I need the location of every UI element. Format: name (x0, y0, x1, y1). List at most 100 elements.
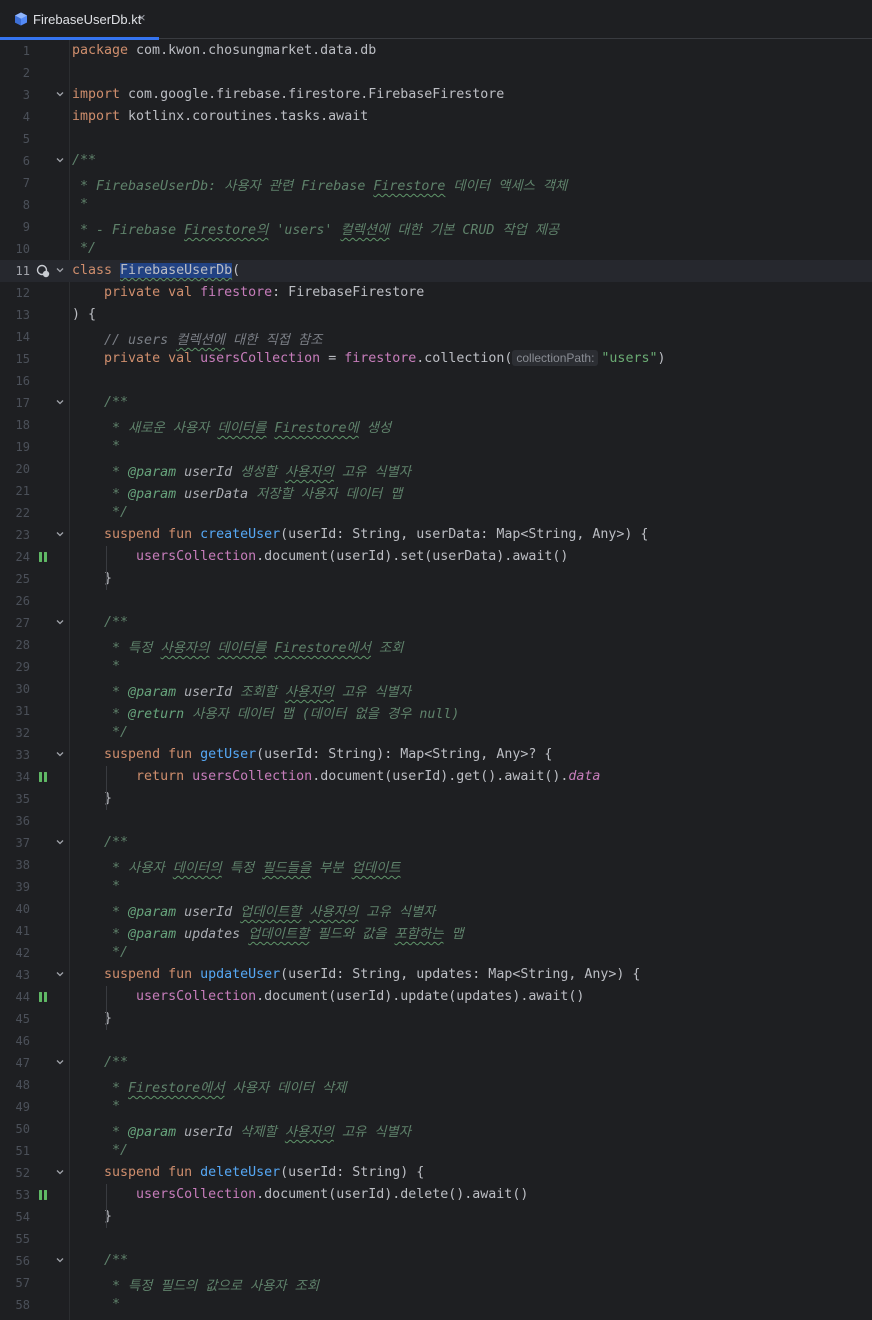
line-number: 47 (15, 1056, 30, 1070)
fold-chevron-icon[interactable] (55, 749, 65, 759)
code-token: 생성할 (232, 465, 285, 480)
code-line[interactable]: 50 * @param userId 삭제할 사용자의 고유 식별자 (0, 1118, 872, 1140)
editor-tab-bar: FirebaseUserDb.kt × (0, 0, 872, 40)
code-line[interactable]: 29 * (0, 656, 872, 678)
code-line[interactable]: 26 (0, 590, 872, 612)
code-line[interactable]: 4 import kotlinx.coroutines.tasks.await (0, 106, 872, 128)
code-line[interactable]: 48 * Firestore에서 사용자 데이터 삭제 (0, 1074, 872, 1096)
fold-chevron-icon[interactable] (55, 155, 65, 165)
code-line[interactable]: 16 (0, 370, 872, 392)
code-line[interactable]: 8 * (0, 194, 872, 216)
fold-chevron-icon[interactable] (55, 1167, 65, 1177)
code-token: * 특정 필드의 값으로 사용자 조회 (104, 1279, 320, 1294)
code-line[interactable]: 11 class FirebaseUserDb( (0, 260, 872, 282)
code-line[interactable]: 9 * - Firebase Firestore의 'users' 컬렉션에 대… (0, 216, 872, 238)
code-line[interactable]: 6 /** (0, 150, 872, 172)
fold-chevron-icon[interactable] (55, 397, 65, 407)
code-token: createUser (200, 527, 281, 542)
code-line[interactable]: 57 * 특정 필드의 값으로 사용자 조회 (0, 1272, 872, 1294)
code-line[interactable]: 45 } (0, 1008, 872, 1030)
code-token: kotlinx.coroutines.tasks.await (128, 109, 369, 124)
code-line[interactable]: 23 suspend fun createUser(userId: String… (0, 524, 872, 546)
code-line[interactable]: 51 */ (0, 1140, 872, 1162)
code-line[interactable]: 3 import com.google.firebase.firestore.Fi… (0, 84, 872, 106)
code-line[interactable]: 52 suspend fun deleteUser(userId: String… (0, 1162, 872, 1184)
code-token: .document(userId).set(userData).await() (256, 549, 569, 564)
class-usage-icon[interactable] (36, 264, 50, 278)
code-line[interactable]: 27 /** (0, 612, 872, 634)
code-line[interactable]: 19 * (0, 436, 872, 458)
code-token: 컬렉션에 (176, 333, 226, 348)
code-line[interactable]: 49 * (0, 1096, 872, 1118)
code-text: suspend fun getUser(userId: String): Map… (72, 747, 552, 762)
tab-close-icon[interactable]: × (138, 10, 146, 25)
code-line[interactable]: 42 */ (0, 942, 872, 964)
code-line[interactable]: 24 usersCollection.document(userId).set(… (0, 546, 872, 568)
code-line[interactable]: 1 package com.kwon.chosungmarket.data.db (0, 40, 872, 62)
code-editor[interactable]: 1 package com.kwon.chosungmarket.data.db 2… (0, 40, 872, 1320)
code-line[interactable]: 20 * @param userId 생성할 사용자의 고유 식별자 (0, 458, 872, 480)
suspend-call-icon[interactable] (36, 1188, 50, 1202)
code-line[interactable]: 15 private val usersCollection = firesto… (0, 348, 872, 370)
code-line[interactable]: 36 (0, 810, 872, 832)
code-line[interactable]: 39 * (0, 876, 872, 898)
code-line[interactable]: 55 (0, 1228, 872, 1250)
code-token: * 새로운 사용자 (104, 421, 218, 436)
code-line[interactable]: 21 * @param userData 저장할 사용자 데이터 맵 (0, 480, 872, 502)
code-line[interactable]: 43 suspend fun updateUser(userId: String… (0, 964, 872, 986)
code-line[interactable]: 37 /** (0, 832, 872, 854)
fold-chevron-icon[interactable] (55, 617, 65, 627)
code-line[interactable]: 34 return usersCollection.document(userI… (0, 766, 872, 788)
code-token: @param (128, 465, 177, 480)
code-token: (userId: String) { (280, 1165, 425, 1180)
code-line[interactable]: 41 * @param updates 업데이트할 필드와 값을 포함하는 맵 (0, 920, 872, 942)
code-line[interactable]: 38 * 사용자 데이터의 특정 필드들을 부분 업데이트 (0, 854, 872, 876)
code-line[interactable]: 53 usersCollection.document(userId).dele… (0, 1184, 872, 1206)
suspend-call-icon[interactable] (36, 550, 50, 564)
fold-chevron-icon[interactable] (55, 837, 65, 847)
fold-chevron-icon[interactable] (55, 265, 65, 275)
code-line[interactable]: 28 * 특정 사용자의 데이터를 Firestore에서 조회 (0, 634, 872, 656)
line-number: 14 (15, 330, 30, 344)
fold-chevron-icon[interactable] (55, 1057, 65, 1067)
code-line[interactable]: 58 * (0, 1294, 872, 1316)
code-line[interactable]: 10 */ (0, 238, 872, 260)
code-line[interactable]: 2 (0, 62, 872, 84)
code-line[interactable]: 35 } (0, 788, 872, 810)
code-line[interactable]: 17 /** (0, 392, 872, 414)
code-token: usersCollection (136, 1187, 257, 1202)
code-line[interactable]: 44 usersCollection.document(userId).upda… (0, 986, 872, 1008)
code-line[interactable]: 14 // users 컬렉션에 대한 직접 참조 (0, 326, 872, 348)
code-line[interactable]: 5 (0, 128, 872, 150)
code-line[interactable]: 46 (0, 1030, 872, 1052)
fold-chevron-icon[interactable] (55, 969, 65, 979)
code-token: usersCollection (200, 351, 321, 366)
fold-chevron-icon[interactable] (55, 1255, 65, 1265)
code-token: (userId: String, userData: Map<String, A… (280, 527, 649, 542)
code-line[interactable]: 7 * FirebaseUserDb: 사용자 관련 Firebase Fire… (0, 172, 872, 194)
code-line[interactable]: 47 /** (0, 1052, 872, 1074)
code-line[interactable]: 56 /** (0, 1250, 872, 1272)
code-line[interactable]: 40 * @param userId 업데이트할 사용자의 고유 식별자 (0, 898, 872, 920)
code-text: * 새로운 사용자 데이터를 Firestore에 생성 (72, 417, 391, 436)
fold-chevron-icon[interactable] (55, 529, 65, 539)
code-token: Firestore의 (184, 223, 269, 238)
code-line[interactable]: 22 */ (0, 502, 872, 524)
code-line[interactable]: 31 * @return 사용자 데이터 맵 (데이터 없을 경우 null) (0, 700, 872, 722)
suspend-call-icon[interactable] (36, 990, 50, 1004)
fold-chevron-icon[interactable] (55, 89, 65, 99)
suspend-call-icon[interactable] (36, 770, 50, 784)
code-line[interactable]: 13) { (0, 304, 872, 326)
code-line[interactable]: 33 suspend fun getUser(userId: String): … (0, 744, 872, 766)
code-line[interactable]: 54 } (0, 1206, 872, 1228)
code-line[interactable]: 25 } (0, 568, 872, 590)
tab-firebaseuserdb[interactable]: FirebaseUserDb.kt × (0, 0, 159, 40)
code-line[interactable]: 32 */ (0, 722, 872, 744)
code-line[interactable]: 12 private val firestore: FirebaseFirest… (0, 282, 872, 304)
line-number: 44 (15, 990, 30, 1004)
code-line[interactable]: 18 * 새로운 사용자 데이터를 Firestore에 생성 (0, 414, 872, 436)
code-line[interactable]: 30 * @param userId 조회할 사용자의 고유 식별자 (0, 678, 872, 700)
